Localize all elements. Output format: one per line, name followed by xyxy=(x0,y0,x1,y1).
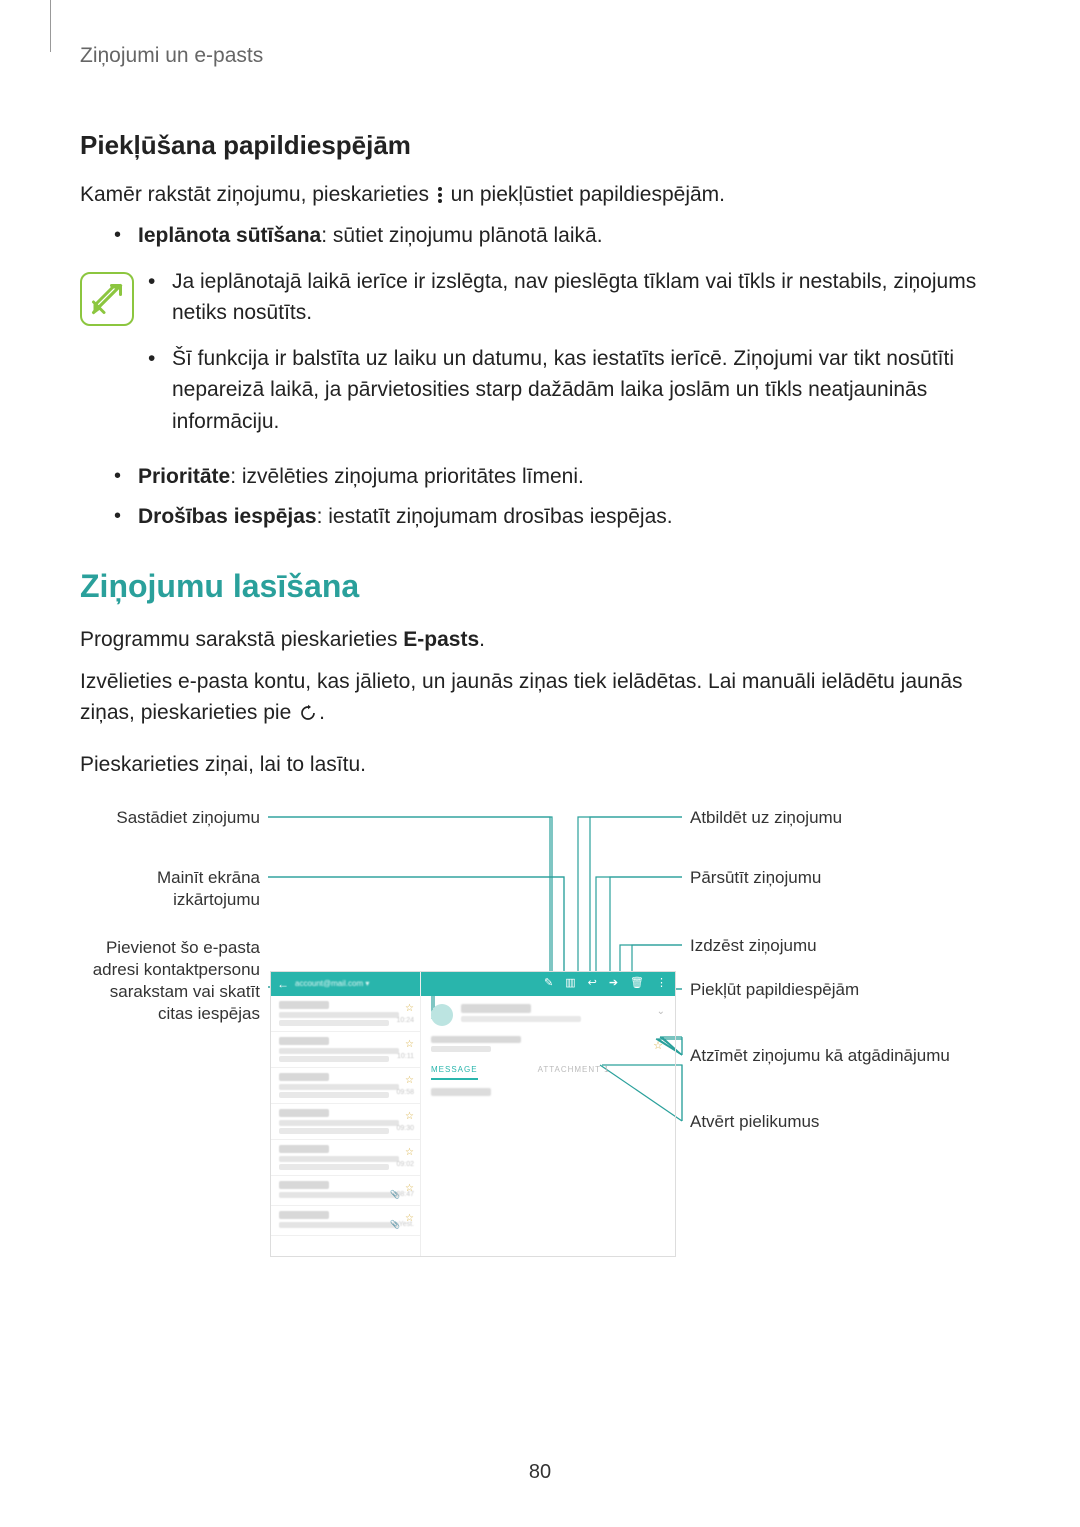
delete-icon[interactable]: 🗑 xyxy=(630,975,644,992)
layout-icon[interactable]: ▥ xyxy=(565,975,575,992)
callout-add-contact: Pievienot šo e-pasta adresi kontaktperso… xyxy=(80,937,260,1025)
list-item[interactable]: ☆09:58 xyxy=(271,1068,420,1104)
note-icon xyxy=(80,272,134,326)
refresh-icon xyxy=(299,698,317,730)
tab-attachment[interactable]: ATTACHMENT 1 xyxy=(538,1064,610,1080)
star-icon[interactable]: ☆ xyxy=(405,1073,414,1088)
options-list-2: Prioritāte: izvēlēties ziņojuma prioritā… xyxy=(114,461,1000,532)
message-toolbar: ✎ ▥ ↩ ➔ 🗑 ⋮ xyxy=(421,972,675,996)
account-dropdown[interactable]: account@mail.com ▾ xyxy=(295,978,369,990)
inbox-header[interactable]: ← account@mail.com ▾ xyxy=(271,972,420,996)
reply-icon[interactable]: ↩ xyxy=(588,975,597,992)
callout-compose: Sastādiet ziņojumu xyxy=(80,807,260,829)
back-icon[interactable]: ← xyxy=(277,975,289,993)
tab-message[interactable]: MESSAGE xyxy=(431,1064,478,1080)
section-additional-options-heading: Piekļūšana papildiespējām xyxy=(80,126,1000,165)
list-item[interactable]: ☆10:24 xyxy=(271,996,420,1032)
sender-row[interactable]: ⌄ xyxy=(431,1004,665,1026)
star-icon[interactable]: ☆ xyxy=(405,1001,414,1016)
star-icon[interactable]: ☆ xyxy=(405,1145,414,1160)
section-reading-messages-heading: Ziņojumu lasīšana xyxy=(80,562,1000,610)
list-item[interactable]: ☆10:11 xyxy=(271,1032,420,1068)
star-icon[interactable]: ☆ xyxy=(405,1037,414,1052)
avatar[interactable] xyxy=(431,1004,453,1026)
note-item: Ja ieplānotajā laikā ierīce ir izslēgta,… xyxy=(148,266,1000,329)
chevron-down-icon[interactable]: ⌄ xyxy=(657,1004,665,1019)
list-item[interactable]: ☆09:02 xyxy=(271,1140,420,1176)
flag-star-icon[interactable]: ☆ xyxy=(653,1038,663,1055)
star-icon[interactable]: ☆ xyxy=(405,1109,414,1124)
p-refresh: Izvēlieties e-pasta kontu, kas jālieto, … xyxy=(80,666,1000,730)
callout-forward: Pārsūtīt ziņojumu xyxy=(690,867,980,889)
breadcrumb: Ziņojumi un e-pasts xyxy=(80,40,1000,72)
note-item: Šī funkcija ir balstīta uz laiku un datu… xyxy=(148,343,1000,438)
note-block: Ja ieplānotajā laikā ierīce ir izslēgta,… xyxy=(80,266,1000,452)
callout-flag-reminder: Atzīmēt ziņojumu kā atgādinājumu xyxy=(690,1045,980,1067)
more-options-icon[interactable]: ⋮ xyxy=(656,975,667,992)
p-tap-message: Pieskarieties ziņai, lai to lasītu. xyxy=(80,749,1000,781)
email-app-screenshot: ← account@mail.com ▾ ☆10:24 ☆10:11 ☆09:5… xyxy=(270,971,676,1257)
callout-delete: Izdzēst ziņojumu xyxy=(690,935,980,957)
compose-icon[interactable]: ✎ xyxy=(544,975,553,992)
list-item[interactable]: 📎☆08:47 xyxy=(271,1176,420,1206)
intro-paragraph: Kamēr rakstāt ziņojumu, pieskarieties un… xyxy=(80,179,1000,211)
p-open-email: Programmu sarakstā pieskarieties E-pasts… xyxy=(80,624,1000,656)
list-item[interactable]: ☆09:30 xyxy=(271,1104,420,1140)
callout-more-options: Piekļūt papildiespējām xyxy=(690,979,980,1001)
forward-icon[interactable]: ➔ xyxy=(609,975,618,992)
more-options-icon xyxy=(438,187,442,203)
page-number: 80 xyxy=(529,1457,551,1487)
message-list[interactable]: ☆10:24 ☆10:11 ☆09:58 ☆09:30 ☆09:02 📎☆08:… xyxy=(271,996,420,1256)
callout-reply: Atbildēt uz ziņojumu xyxy=(690,807,980,829)
callout-change-layout: Mainīt ekrāna izkārtojumu xyxy=(80,867,260,911)
options-list-1: Ieplānota sūtīšana: sūtiet ziņojumu plān… xyxy=(114,220,1000,252)
email-app-diagram: Sastādiet ziņojumu Mainīt ekrāna izkārto… xyxy=(80,807,1000,1397)
message-body xyxy=(431,1088,491,1096)
callout-open-attachments: Atvērt pielikumus xyxy=(690,1111,980,1133)
list-item[interactable]: 📎☆Yest. xyxy=(271,1206,420,1236)
